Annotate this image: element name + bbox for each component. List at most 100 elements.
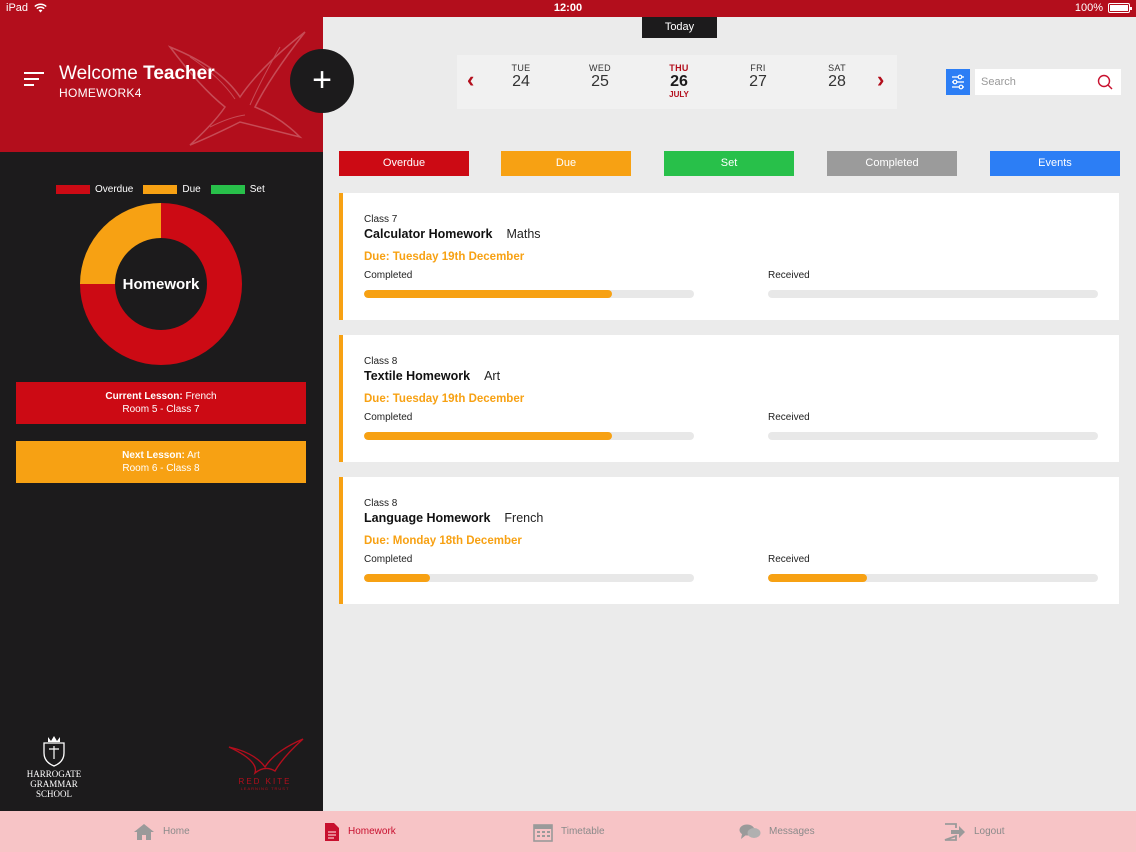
tab-label: Timetable (561, 826, 605, 837)
current-lesson-subject: French (185, 391, 217, 402)
prev-week-chevron-left-icon[interactable]: ‹ (467, 67, 474, 93)
home-icon (134, 823, 154, 840)
completed-progress-bar (364, 290, 694, 298)
status-filter-row: Overdue Due Set Completed Events (339, 151, 1120, 177)
battery-percent: 100% (1074, 2, 1103, 14)
filter-completed-button[interactable]: Completed (827, 151, 957, 176)
trust-sub: LEARNING TRUST (240, 786, 290, 791)
received-label: Received (768, 412, 810, 423)
current-lesson-card[interactable]: Current Lesson: French Room 5 - Class 7 (16, 382, 306, 424)
main-content: Today ‹ TUE 24 WED 25 THU 26 JULY FRI 27… (323, 17, 1136, 811)
search-input[interactable] (981, 73, 1091, 91)
next-week-chevron-right-icon[interactable]: › (877, 67, 884, 93)
homework-card[interactable]: Class 8 Language Homework French Due: Mon… (339, 477, 1119, 604)
status-right: 100% (1074, 2, 1132, 14)
current-lesson-room: Room 5 - Class 7 (122, 404, 200, 415)
completed-label: Completed (364, 554, 413, 565)
day-date: 28 (828, 73, 846, 90)
day-tue[interactable]: TUE 24 (501, 63, 541, 90)
day-date: 26 (670, 73, 688, 90)
next-lesson-subject: Art (187, 450, 200, 461)
day-name: SAT (828, 63, 846, 73)
filter-settings-button[interactable] (946, 69, 970, 95)
today-button[interactable]: Today (642, 17, 717, 38)
current-lesson-label: Current Lesson: (105, 391, 183, 402)
homework-card[interactable]: Class 7 Calculator Homework Maths Due: Tu… (339, 193, 1119, 320)
homework-due-date: Due: Tuesday 19th December (364, 393, 525, 405)
search-icon[interactable] (1097, 74, 1113, 90)
chart-legend: Overdue Due Set (56, 184, 269, 195)
red-kite-icon (228, 738, 304, 776)
filter-events-button[interactable]: Events (990, 151, 1120, 176)
tab-label: Home (163, 826, 190, 837)
trust-name: RED KITE (238, 777, 292, 786)
homework-due-date: Due: Monday 18th December (364, 535, 522, 547)
homework-donut-chart: Homework (80, 203, 242, 365)
welcome-name: Teacher (143, 63, 215, 84)
received-progress-bar (768, 432, 1098, 440)
tab-timetable[interactable]: Timetable (533, 811, 605, 852)
tab-logout[interactable]: Logout (944, 811, 1005, 852)
day-sat[interactable]: SAT 28 (817, 63, 857, 90)
day-month: JULY (669, 90, 689, 99)
document-icon (325, 822, 339, 841)
received-label: Received (768, 270, 810, 281)
add-homework-button[interactable]: + (290, 49, 354, 113)
homework-due-date: Due: Tuesday 19th December (364, 251, 525, 263)
day-fri[interactable]: FRI 27 (738, 63, 778, 90)
homework-subject: Maths (506, 227, 541, 241)
legend-swatch-due (143, 185, 178, 194)
homework-card[interactable]: Class 8 Textile Homework Art Due: Tuesday… (339, 335, 1119, 462)
completed-progress-fill (364, 290, 612, 298)
legend-item-overdue: Overdue (56, 184, 133, 195)
next-lesson-label: Next Lesson: (122, 450, 185, 461)
day-date: 24 (512, 73, 530, 90)
received-progress-bar (768, 290, 1098, 298)
day-name: THU (669, 63, 689, 73)
filter-due-button[interactable]: Due (501, 151, 631, 176)
welcome-heading: Welcome Teacher (59, 63, 215, 85)
next-lesson-card[interactable]: Next Lesson: Art Room 6 - Class 8 (16, 441, 306, 483)
homework-title-line: Calculator Homework Maths (364, 227, 541, 241)
tab-messages[interactable]: Messages (739, 811, 815, 852)
completed-progress-fill (364, 574, 430, 582)
sidebar: Welcome Teacher HOMEWORK4 Overdue Due Se… (0, 17, 323, 811)
legend-swatch-set (210, 185, 245, 194)
battery-icon (1108, 3, 1132, 13)
tab-home[interactable]: Home (133, 811, 190, 852)
filter-set-button[interactable]: Set (664, 151, 794, 176)
completed-label: Completed (364, 270, 413, 281)
tab-label: Homework (348, 826, 396, 837)
calendar-icon (533, 823, 553, 842)
day-date: 27 (749, 73, 767, 90)
search-box (975, 69, 1121, 95)
completed-progress-fill (364, 432, 612, 440)
received-progress-fill (768, 574, 867, 582)
tab-label: Logout (974, 826, 1005, 837)
tab-label: Messages (769, 826, 815, 837)
legend-item-set: Set (210, 184, 265, 195)
status-time: 12:00 (553, 2, 583, 14)
sidebar-header: Welcome Teacher HOMEWORK4 (0, 17, 323, 152)
homework-title: Textile Homework (364, 369, 471, 383)
chat-icon (739, 824, 761, 839)
next-lesson-room: Room 6 - Class 8 (122, 463, 200, 474)
homework-title-line: Language Homework French (364, 511, 543, 525)
homework-class: Class 8 (364, 498, 398, 509)
day-name: TUE (511, 63, 531, 73)
day-name: WED (589, 63, 611, 73)
day-wed[interactable]: WED 25 (580, 63, 620, 90)
date-strip: ‹ TUE 24 WED 25 THU 26 JULY FRI 27 SAT 2… (457, 55, 897, 109)
sliders-icon (952, 74, 964, 90)
legend-label-overdue: Overdue (95, 184, 134, 195)
completed-progress-bar (364, 574, 694, 582)
legend-item-due: Due (143, 184, 201, 195)
day-thu-selected[interactable]: THU 26 JULY (659, 63, 699, 99)
menu-icon[interactable] (24, 72, 44, 88)
filter-overdue-button[interactable]: Overdue (339, 151, 469, 176)
tab-homework[interactable]: Homework (324, 811, 396, 852)
day-name: FRI (750, 63, 766, 73)
logout-icon (944, 822, 965, 841)
user-code: HOMEWORK4 (59, 86, 142, 100)
day-date: 25 (591, 73, 609, 90)
